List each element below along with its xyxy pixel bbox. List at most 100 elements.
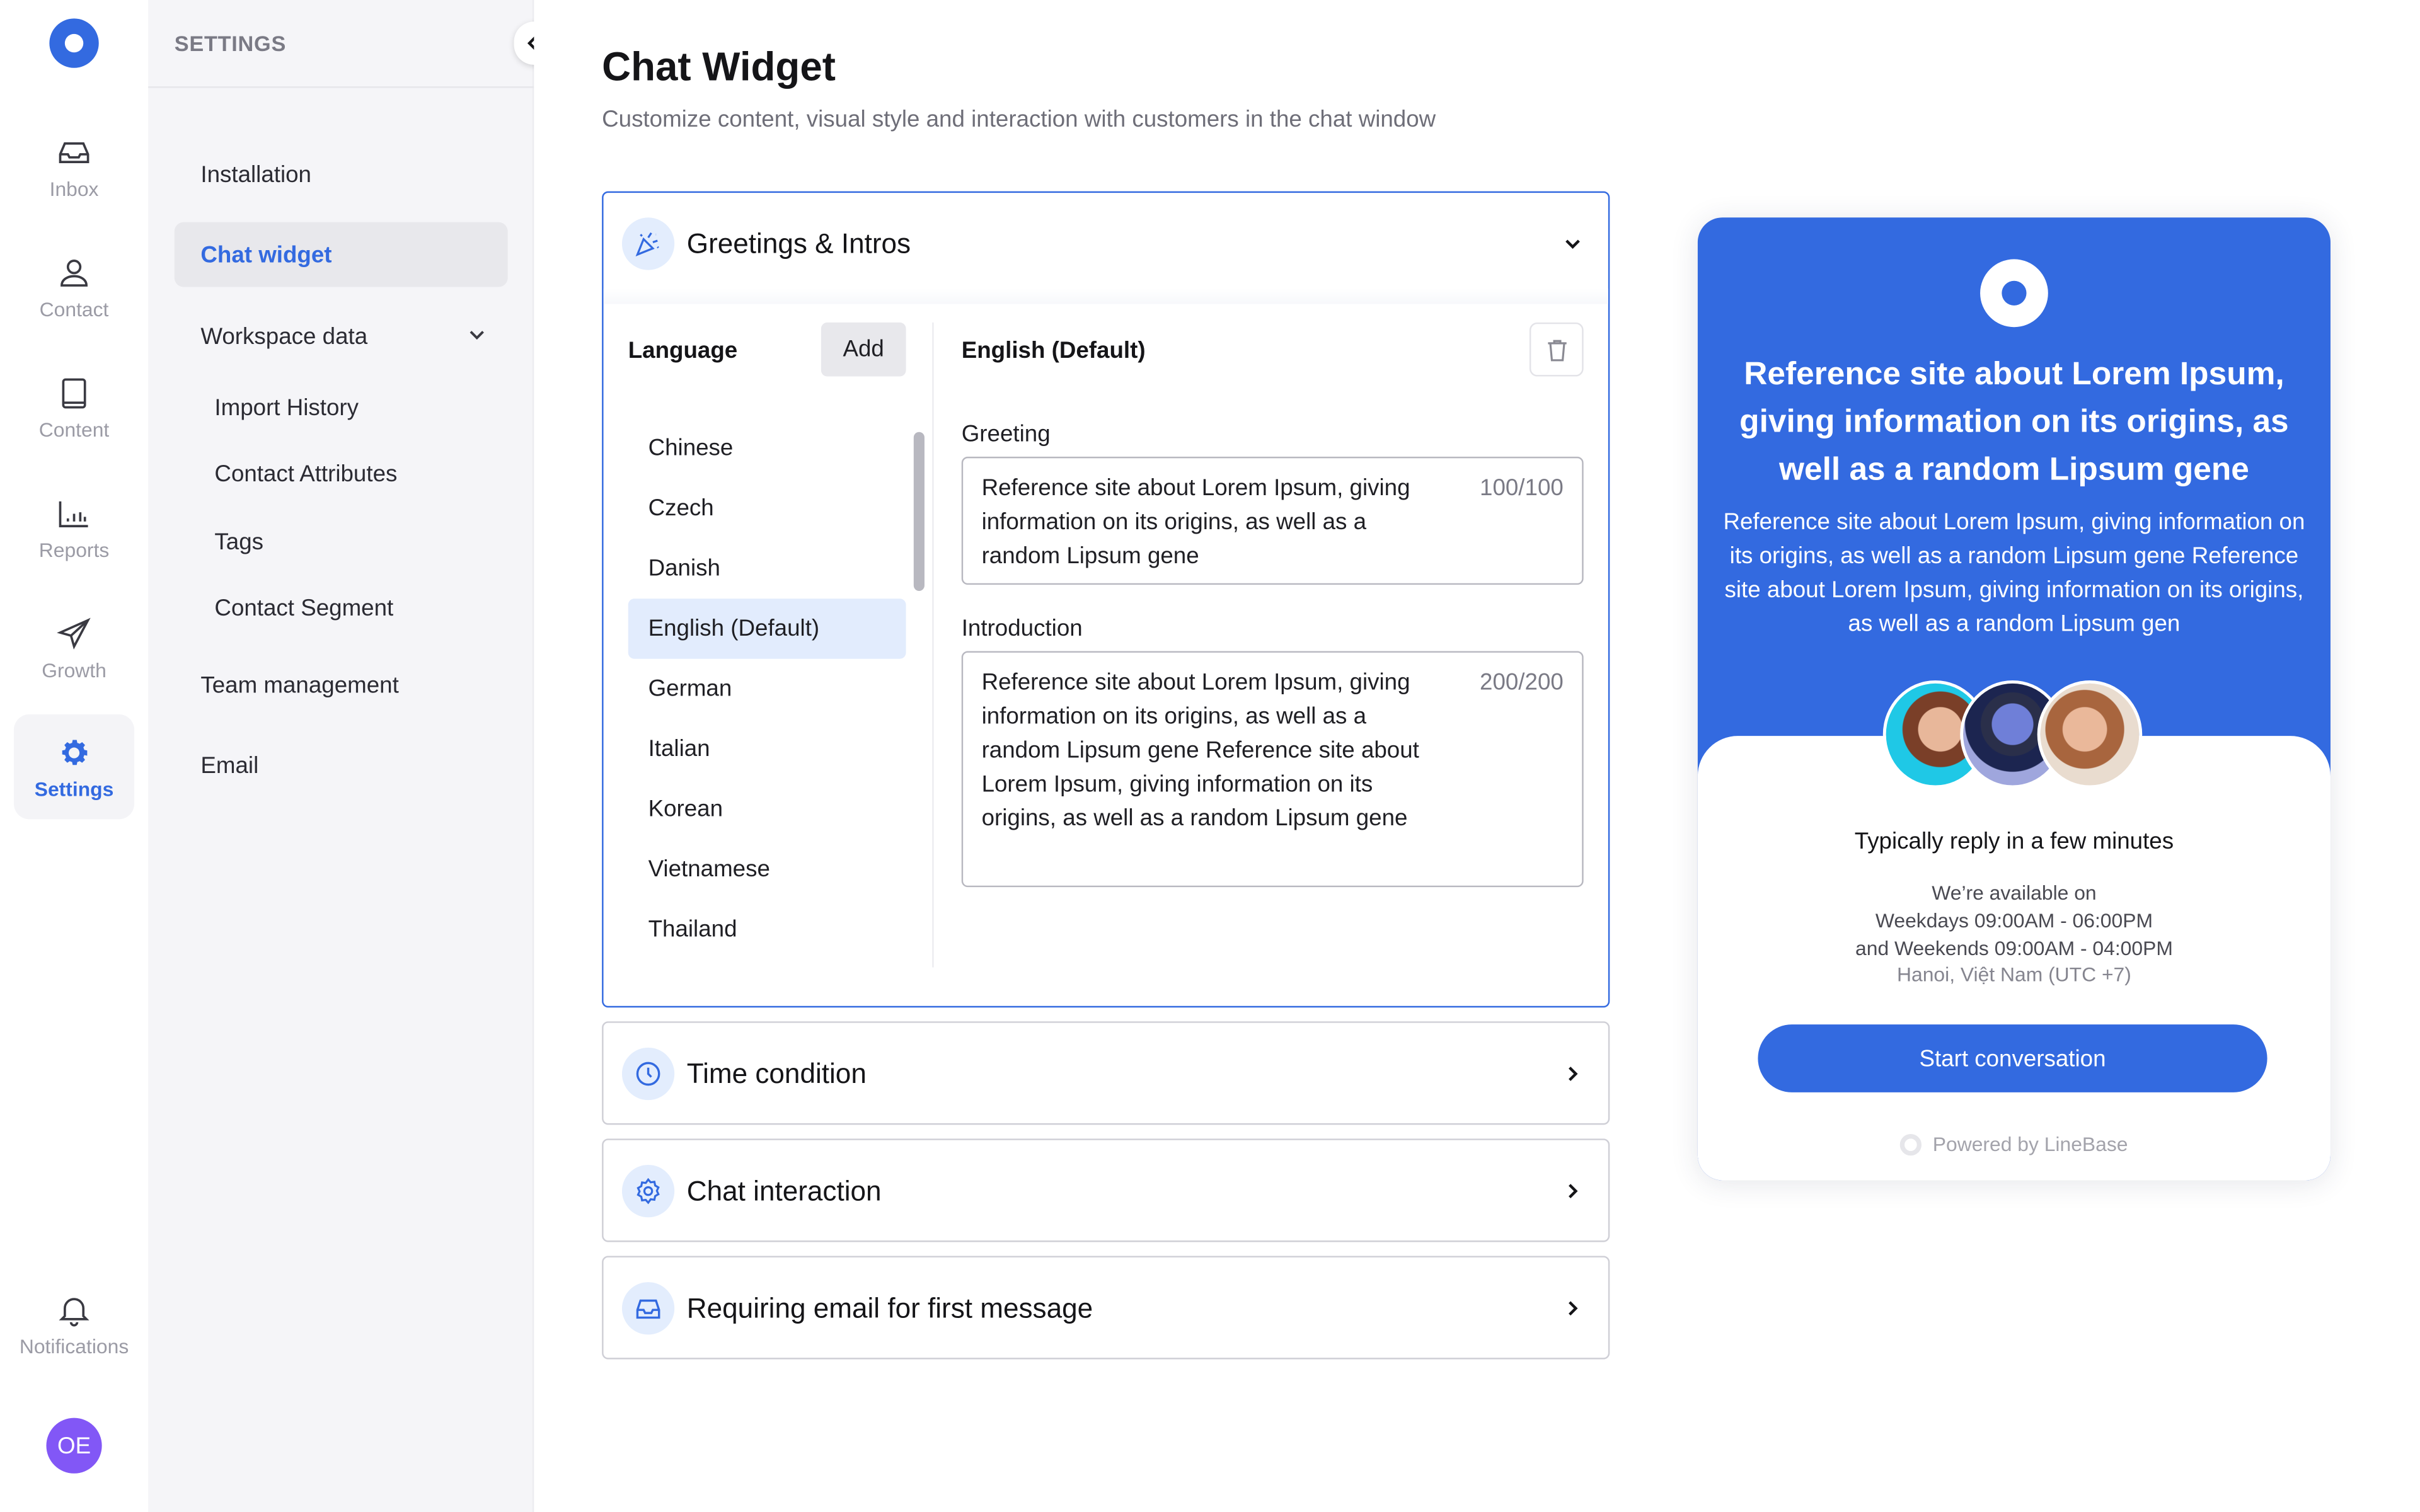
chevron-right-icon [1569,1301,1578,1316]
party-popper-icon [621,217,675,270]
availability-line: Weekdays 09:00AM - 06:00PM [1875,908,2153,932]
settings-item-workspace-data[interactable]: Workspace data [175,304,508,369]
nav-label: Settings [34,777,114,800]
settings-item-label: Workspace data [200,323,368,350]
settings-item-import-history[interactable]: Import History [175,379,508,435]
settings-title: SETTINGS [174,30,287,56]
user-icon [60,258,88,286]
chevron-right-icon [1569,1067,1578,1081]
paper-plane-icon [57,617,91,649]
section-title: Requiring email for first message [686,1292,1093,1324]
settings-item-chat-widget[interactable]: Chat widget [174,222,508,287]
gear-icon [621,1164,675,1218]
powered-by: Powered by LineBase [1698,1132,2331,1156]
bar-chart-icon [59,500,88,527]
chat-interaction-section: Chat interaction [602,1138,1610,1242]
reply-time-text: Typically reply in a few minutes [1854,828,2174,855]
nav-label: Inbox [49,176,99,200]
powered-by-text: Powered by LineBase [1932,1132,2128,1156]
header-divider [603,288,1608,304]
section-title: Chat interaction [686,1174,882,1206]
nav-label: Growth [42,658,107,682]
chevron-right-icon [1569,1184,1578,1198]
availability-text: We’re available on Weekdays 09:00AM - 06… [1698,879,2331,963]
nav-content[interactable]: Content [14,355,134,460]
user-avatar[interactable]: OE [46,1418,102,1474]
require-email-header[interactable]: Requiring email for first message [604,1257,1608,1360]
team-avatar [2037,680,2143,789]
settings-item-email[interactable]: Email [175,733,508,798]
greeting-input[interactable]: Reference site about Lorem Ipsum, giving… [961,456,1584,585]
settings-item-tags[interactable]: Tags [175,514,508,570]
delete-language-button[interactable] [1529,322,1584,377]
app-logo[interactable] [49,18,99,68]
nav-reports[interactable]: Reports [14,475,134,580]
time-condition-header[interactable]: Time condition [604,1023,1608,1125]
language-label: Language [628,338,738,364]
language-item[interactable]: Italian [628,719,906,779]
widget-logo [1980,259,2048,328]
trash-icon [1547,339,1566,361]
nav-contact[interactable]: Contact [14,234,134,340]
greetings-title: Greetings & Intros [686,227,911,259]
chat-widget-preview: Reference site about Lorem Ipsum, giving… [1697,217,2331,1181]
main-content: Chat Widget Customize content, visual st… [534,0,2420,1512]
introduction-char-counter: 200/200 [1480,669,1564,696]
clock-icon [621,1047,675,1101]
timezone-text: Hanoi, Việt Nam (UTC +7) [1897,963,2131,986]
greetings-header[interactable]: Greetings & Intros [604,193,1608,295]
app: Inbox Contact Content Reports Growth Set… [0,0,2420,1512]
language-item[interactable]: Chinese [628,418,906,479]
greeting-label: Greeting [961,421,1051,448]
section-title: Time condition [686,1057,867,1089]
primary-nav: Inbox Contact Content Reports Growth Set… [0,0,149,1512]
add-language-button[interactable]: Add [821,322,906,377]
settings-item-contact-segment[interactable]: Contact Segment [175,580,508,636]
nav-label: Notifications [19,1334,129,1357]
chevron-down-icon [1565,239,1580,249]
bell-icon [59,1297,89,1326]
nav-settings[interactable]: Settings [14,714,135,820]
settings-item-installation[interactable]: Installation [175,142,508,207]
widget-greeting: Reference site about Lorem Ipsum, giving… [1739,356,2289,488]
nav-label: Reports [38,537,110,561]
language-item[interactable]: Korean [628,779,906,840]
availability-line: We’re available on [1932,881,2097,905]
language-list-scrollbar[interactable] [913,432,925,591]
greetings-section: Greetings & Intros Language Add Chinese … [602,191,1610,1008]
chat-interaction-header[interactable]: Chat interaction [604,1140,1608,1242]
introduction-input[interactable]: Reference site about Lorem Ipsum, giving… [961,651,1584,888]
divider [148,86,534,88]
introduction-label: Introduction [961,616,1083,642]
nav-label: Contact [39,297,109,321]
language-item-selected[interactable]: English (Default) [628,598,906,659]
nav-inbox[interactable]: Inbox [14,114,134,219]
linebase-logo-icon [1900,1133,1922,1155]
nav-growth[interactable]: Growth [14,595,134,701]
inbox-icon [621,1282,675,1335]
nav-notifications[interactable]: Notifications [14,1274,134,1373]
settings-item-contact-attributes[interactable]: Contact Attributes [175,446,508,501]
availability-line: and Weekends 09:00AM - 04:00PM [1855,936,2173,960]
language-item[interactable]: Danish [628,539,906,599]
require-email-section: Requiring email for first message [602,1256,1610,1360]
introduction-value: Reference site about Lorem Ipsum, giving… [981,669,1419,832]
divider [932,322,934,968]
start-conversation-button[interactable]: Start conversation [1758,1024,2267,1092]
gear-icon [62,739,88,764]
settings-sidebar: SETTINGS Installation Chat widget Worksp… [148,0,534,1512]
language-item[interactable]: German [628,659,906,719]
chevron-down-icon [470,331,484,340]
time-condition-section: Time condition [602,1021,1610,1125]
language-item[interactable]: Thailand [628,900,906,960]
team-avatars [1882,680,2145,791]
greeting-value: Reference site about Lorem Ipsum, giving… [981,475,1410,570]
language-item[interactable]: Vietnamese [628,839,906,900]
language-item[interactable]: Czech [628,478,906,539]
page-title: Chat Widget [602,43,836,90]
widget-introduction: Reference site about Lorem Ipsum, giving… [1723,509,2305,638]
page-subtitle: Customize content, visual style and inte… [602,106,1436,133]
settings-item-team-management[interactable]: Team management [175,653,508,718]
selected-language-title: English (Default) [961,338,1146,364]
book-icon [62,377,86,408]
